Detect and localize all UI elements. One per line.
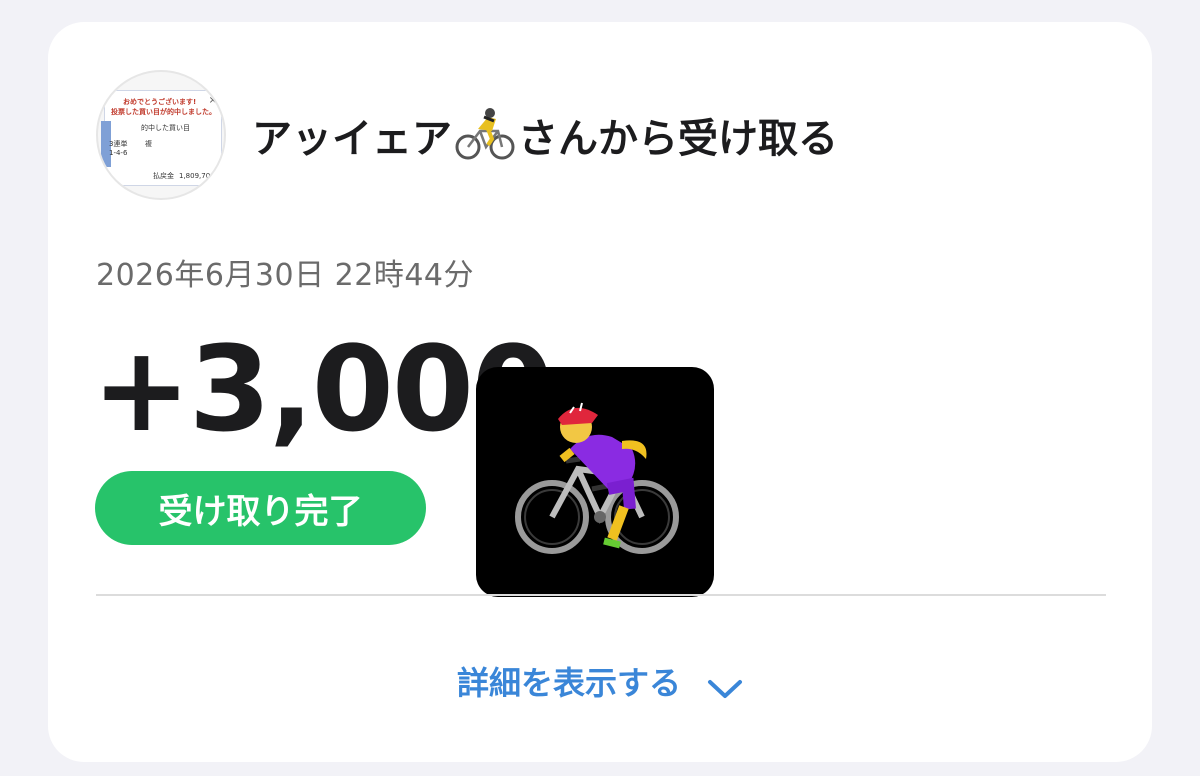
woman-biking-sticker bbox=[476, 367, 714, 597]
sender-avatar[interactable]: × おめでとうございます! 投票した買い目が的中しました。 的中した買い目 3連… bbox=[96, 70, 226, 200]
page-title: アッイェア さんから受け取る bbox=[252, 106, 838, 164]
sender-name: アッイェア bbox=[252, 116, 452, 162]
status-badge: 受け取り完了 bbox=[95, 471, 426, 545]
divider bbox=[96, 594, 1106, 596]
thumbnail-close-icon: × bbox=[208, 95, 217, 106]
status-label: 受け取り完了 bbox=[158, 491, 363, 532]
woman-biking-icon bbox=[515, 402, 679, 554]
chevron-down-icon bbox=[707, 670, 743, 698]
thumbnail-line-5: 1-4-6 bbox=[109, 149, 128, 157]
thumbnail-line-4b: 複 bbox=[145, 140, 152, 148]
thumbnail-line-2: 投票した買い目が的中しました。 bbox=[111, 108, 216, 116]
bicycle-rider-icon bbox=[454, 107, 516, 163]
thumbnail-line-3: 的中した買い目 bbox=[141, 124, 190, 132]
show-details-label: 詳細を表示する bbox=[456, 664, 681, 702]
thumbnail-line-6b: 1,809,700円 bbox=[179, 172, 222, 180]
receive-card: × おめでとうございます! 投票した買い目が的中しました。 的中した買い目 3連… bbox=[48, 22, 1152, 762]
avatar-screenshot-thumbnail: × おめでとうございます! 投票した買い目が的中しました。 的中した買い目 3連… bbox=[101, 90, 222, 186]
thumbnail-line-1: おめでとうございます! bbox=[123, 98, 197, 106]
title-suffix: さんから受け取る bbox=[518, 116, 838, 162]
thumbnail-line-4a: 3連単 bbox=[109, 140, 128, 148]
transaction-datetime: 2026年6月30日 22時44分 bbox=[96, 258, 474, 293]
show-details-button[interactable]: 詳細を表示する bbox=[48, 658, 1152, 704]
thumbnail-line-6a: 払戻金 bbox=[153, 172, 174, 180]
